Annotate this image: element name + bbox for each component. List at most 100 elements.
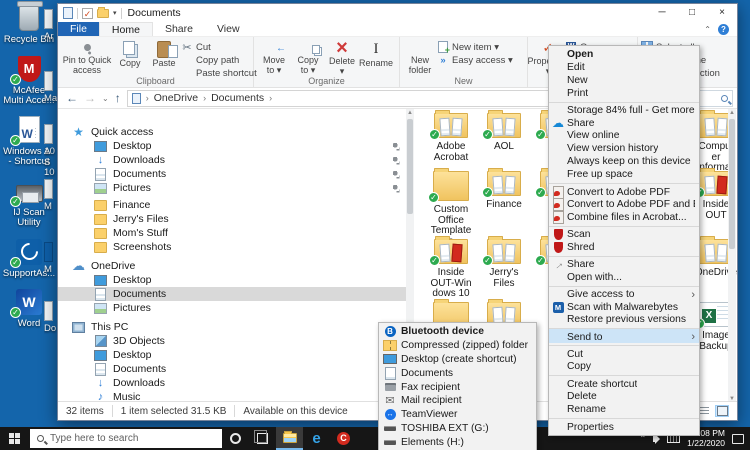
ribbon-big-button[interactable]: Move to ▾	[257, 39, 291, 75]
desktop-icon-partial[interactable]: M	[44, 242, 57, 276]
nav-tree-item[interactable]: OneDrive	[58, 259, 406, 273]
ribbon-small-button[interactable]: New item ▾	[437, 41, 513, 53]
ribbon-big-button[interactable]: Rename	[359, 39, 393, 75]
desktop-icon-partial[interactable]: Ma	[44, 71, 57, 105]
send-to-menu-item[interactable]: Elements (H:)	[379, 435, 536, 449]
help-icon[interactable]	[718, 24, 729, 35]
properties-qat-icon[interactable]	[82, 8, 93, 19]
desktop-icon-partial[interactable]: Ar	[44, 9, 57, 43]
breadcrumb[interactable]: › OneDrive › Documents ›	[127, 90, 615, 107]
context-menu-item[interactable]: Scan	[549, 226, 699, 241]
nav-tree-item[interactable]: Desktop	[58, 139, 406, 153]
breadcrumb-documents[interactable]: Documents	[211, 92, 264, 104]
up-icon[interactable]: ↑	[115, 91, 121, 105]
nav-tree-item[interactable]: Downloads	[58, 376, 406, 390]
close-button[interactable]: ×	[707, 4, 737, 22]
notification-center-icon[interactable]	[732, 434, 744, 444]
scroll-up-icon[interactable]: ▲	[728, 109, 736, 117]
collapse-ribbon-icon[interactable]: ⌃	[704, 25, 711, 34]
nav-tree-item[interactable]: Downloads	[58, 153, 406, 167]
search-input[interactable]	[50, 433, 190, 444]
send-to-menu-item[interactable]: Bluetooth device	[379, 325, 536, 339]
context-menu-item[interactable]: Give access to	[549, 286, 699, 301]
task-view-button[interactable]	[249, 427, 276, 450]
maximize-button[interactable]: □	[677, 4, 707, 22]
ribbon-big-button[interactable]: Copy	[113, 39, 147, 75]
context-menu-item[interactable]: View version history	[549, 142, 699, 155]
context-menu-item[interactable]: Scan with Malwarebytes	[549, 301, 699, 314]
nav-tree-item[interactable]: Desktop	[58, 348, 406, 362]
breadcrumb-onedrive[interactable]: OneDrive	[154, 92, 198, 104]
nav-tree-item[interactable]: Finance	[58, 198, 406, 212]
minimize-button[interactable]: ─	[647, 4, 677, 22]
speaker-icon[interactable]	[653, 436, 657, 442]
nav-tree-item[interactable]: Jerry's Files	[58, 212, 406, 226]
send-to-menu-item[interactable]: TeamViewer	[379, 408, 536, 422]
nav-tree-item[interactable]: This PC	[58, 320, 406, 334]
tab-share[interactable]: Share	[153, 22, 205, 36]
context-menu-item[interactable]: New	[549, 74, 699, 87]
new-folder-qat-icon[interactable]	[97, 9, 109, 18]
cortana-button[interactable]	[222, 427, 249, 450]
nav-tree-item[interactable]: Pictures	[58, 181, 406, 195]
tab-home[interactable]: Home	[99, 22, 153, 36]
context-menu-item[interactable]: Open with...	[549, 271, 699, 284]
context-menu-item[interactable]: Convert to Adobe PDF	[549, 183, 699, 198]
ribbon-big-button[interactable]: Paste	[147, 39, 181, 75]
context-menu-item[interactable]: Create shortcut	[549, 375, 699, 390]
title-bar[interactable]: ▾ Documents ─ □ ×	[58, 4, 737, 22]
desktop-icon-partial[interactable]: M	[44, 179, 57, 213]
file-explorer-button[interactable]	[276, 427, 303, 450]
context-menu-item[interactable]: Always keep on this device	[549, 155, 699, 168]
large-icons-view-icon[interactable]	[715, 405, 729, 417]
taskbar-search[interactable]	[30, 429, 222, 448]
nav-tree-item[interactable]: Pictures	[58, 301, 406, 315]
context-menu-item[interactable]: Restore previous versions	[549, 313, 699, 326]
nav-tree-item[interactable]: Documents	[58, 362, 406, 376]
context-menu-item[interactable]: Rename	[549, 403, 699, 416]
start-button[interactable]	[0, 427, 30, 450]
send-to-menu-item[interactable]: Documents	[379, 366, 536, 380]
send-to-menu-item[interactable]: Fax recipient	[379, 380, 536, 394]
nav-tree-item[interactable]: Documents	[58, 287, 406, 301]
context-menu-item[interactable]: Edit	[549, 61, 699, 74]
qat-customize-caret-icon[interactable]: ▾	[113, 9, 117, 17]
ribbon-small-button[interactable]: Easy access ▾	[437, 54, 513, 66]
ribbon-big-button[interactable]: Copy to ▾	[291, 39, 325, 75]
nav-tree-item[interactable]: Mom's Stuff	[58, 226, 406, 240]
nav-tree-item[interactable]: 3D Objects	[58, 334, 406, 348]
context-menu-item[interactable]: Print	[549, 87, 699, 100]
nav-tree-item[interactable]: Screenshots	[58, 240, 406, 254]
context-menu-item[interactable]: Free up space	[549, 168, 699, 181]
context-menu-item[interactable]: Send to	[549, 328, 699, 343]
ribbon-big-button[interactable]: Pin to Quick access	[61, 39, 113, 75]
file-area-scrollbar[interactable]: ▲ ▼	[728, 109, 736, 403]
tab-file[interactable]: File	[58, 22, 99, 36]
nav-tree-item[interactable]: Desktop	[58, 273, 406, 287]
scrollbar-thumb[interactable]	[407, 119, 413, 214]
desktop-icon-partial[interactable]: A S 10	[44, 124, 57, 179]
desktop-icon-partial[interactable]: Do	[44, 301, 57, 335]
send-to-menu-item[interactable]: Mail recipient	[379, 394, 536, 408]
context-menu-item[interactable]: Combine files in Acrobat...	[549, 211, 699, 224]
context-menu-item[interactable]: Share	[549, 256, 699, 271]
context-menu-item[interactable]: Share	[549, 117, 699, 130]
tab-view[interactable]: View	[205, 22, 252, 36]
send-to-menu-item[interactable]: Compressed (zipped) folder	[379, 339, 536, 353]
ribbon-big-button[interactable]: Delete ▾	[325, 39, 359, 75]
nav-tree-item[interactable]: Documents	[58, 167, 406, 181]
recent-locations-chevron-icon[interactable]: ⌄	[102, 94, 109, 103]
context-menu-item[interactable]: Convert to Adobe PDF and EMail	[549, 198, 699, 211]
context-menu-item[interactable]: Shred	[549, 241, 699, 254]
context-menu-item[interactable]: Open	[549, 48, 699, 61]
context-menu-item[interactable]: Properties	[549, 418, 699, 433]
context-menu-item[interactable]: Delete	[549, 390, 699, 403]
context-menu-item[interactable]: Storage 84% full - Get more	[549, 102, 699, 117]
ribbon-small-button[interactable]: Cut	[181, 41, 257, 53]
ribbon-big-button[interactable]: New folder	[403, 39, 437, 75]
file-page-icon[interactable]	[63, 7, 73, 19]
scrollbar-thumb[interactable]	[729, 119, 735, 249]
send-to-menu-item[interactable]: Desktop (create shortcut)	[379, 353, 536, 367]
forward-icon[interactable]: →	[84, 91, 96, 105]
ribbon-small-button[interactable]: Copy path	[181, 54, 257, 66]
